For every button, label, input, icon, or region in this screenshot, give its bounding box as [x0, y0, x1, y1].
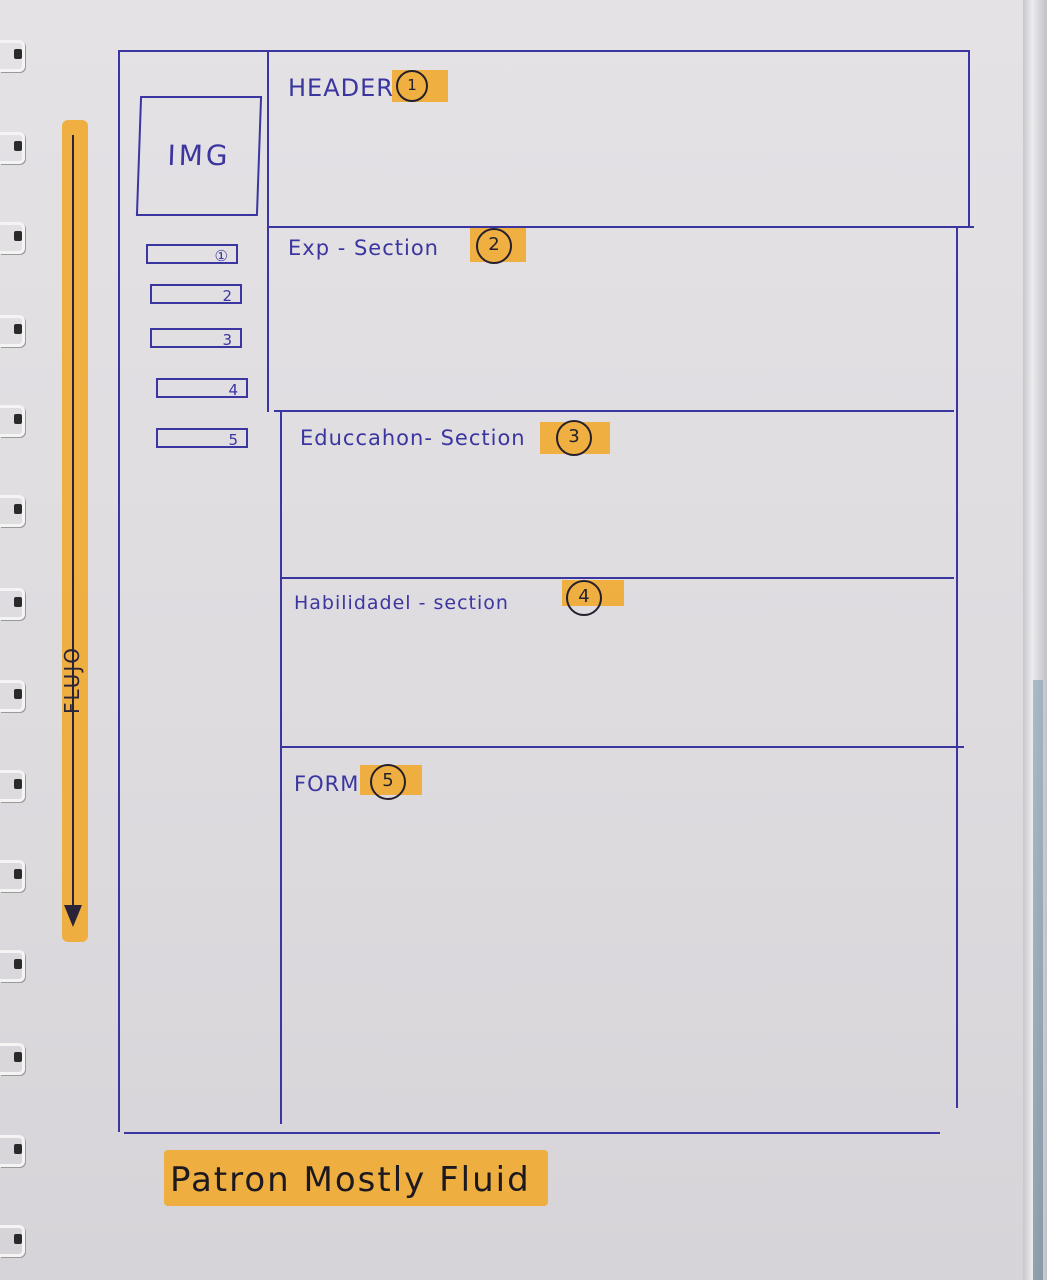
education-section-label: Educcahon- Section [300, 426, 526, 450]
spiral-ring [0, 222, 25, 254]
exp-section-label: Exp - Section [288, 236, 439, 260]
profile-image-placeholder: IMG [135, 96, 263, 216]
form-section-label: FORM [294, 772, 360, 796]
section-number-1: 1 [396, 70, 428, 102]
frame-left-line [118, 50, 120, 1132]
skills-section-label: Habilidadel - section [294, 592, 509, 614]
section-number-2: 2 [476, 228, 512, 264]
spiral-ring [0, 1135, 25, 1167]
header-separator [269, 226, 974, 228]
spiral-ring [0, 860, 25, 892]
skills-separator [282, 746, 964, 748]
spiral-ring [0, 1225, 25, 1257]
sidebar-divider-lower [280, 412, 282, 1124]
frame-top-line [118, 50, 970, 52]
header-section-label: HEADER [288, 74, 394, 102]
flow-arrow-head-icon [64, 905, 82, 927]
frame-right-line-top [968, 50, 970, 228]
page-edge-shadow [1033, 680, 1043, 1280]
spiral-ring [0, 770, 25, 802]
spiral-ring [0, 405, 25, 437]
spiral-ring [0, 588, 25, 620]
sidebar-nav-item-2[interactable]: 2 [150, 284, 242, 305]
flow-arrow-shaft [72, 135, 74, 915]
section-number-5: 5 [370, 764, 406, 800]
sidebar-divider-upper [267, 52, 269, 412]
spiral-ring [0, 315, 25, 347]
spiral-ring [0, 1043, 25, 1075]
spiral-ring [0, 132, 25, 164]
spiral-ring [0, 950, 25, 982]
flow-highlight [62, 120, 88, 942]
sidebar-nav-item-1[interactable]: ① [146, 244, 238, 265]
flow-label: FLUJO [59, 646, 84, 714]
pattern-caption: Patron Mostly Fluid [170, 1160, 531, 1200]
spiral-ring [0, 495, 25, 527]
education-separator [280, 577, 954, 579]
section-number-4: 4 [566, 580, 602, 616]
sidebar-nav-item-4[interactable]: 4 [156, 378, 248, 399]
spiral-ring [0, 680, 25, 712]
frame-right-line [956, 228, 958, 1108]
frame-bottom-line [124, 1132, 940, 1134]
sidebar-nav-item-5[interactable]: 5 [156, 428, 248, 449]
sidebar-nav-item-3[interactable]: 3 [150, 328, 242, 349]
exp-separator [274, 410, 954, 412]
section-number-3: 3 [556, 420, 592, 456]
spiral-ring [0, 40, 25, 72]
